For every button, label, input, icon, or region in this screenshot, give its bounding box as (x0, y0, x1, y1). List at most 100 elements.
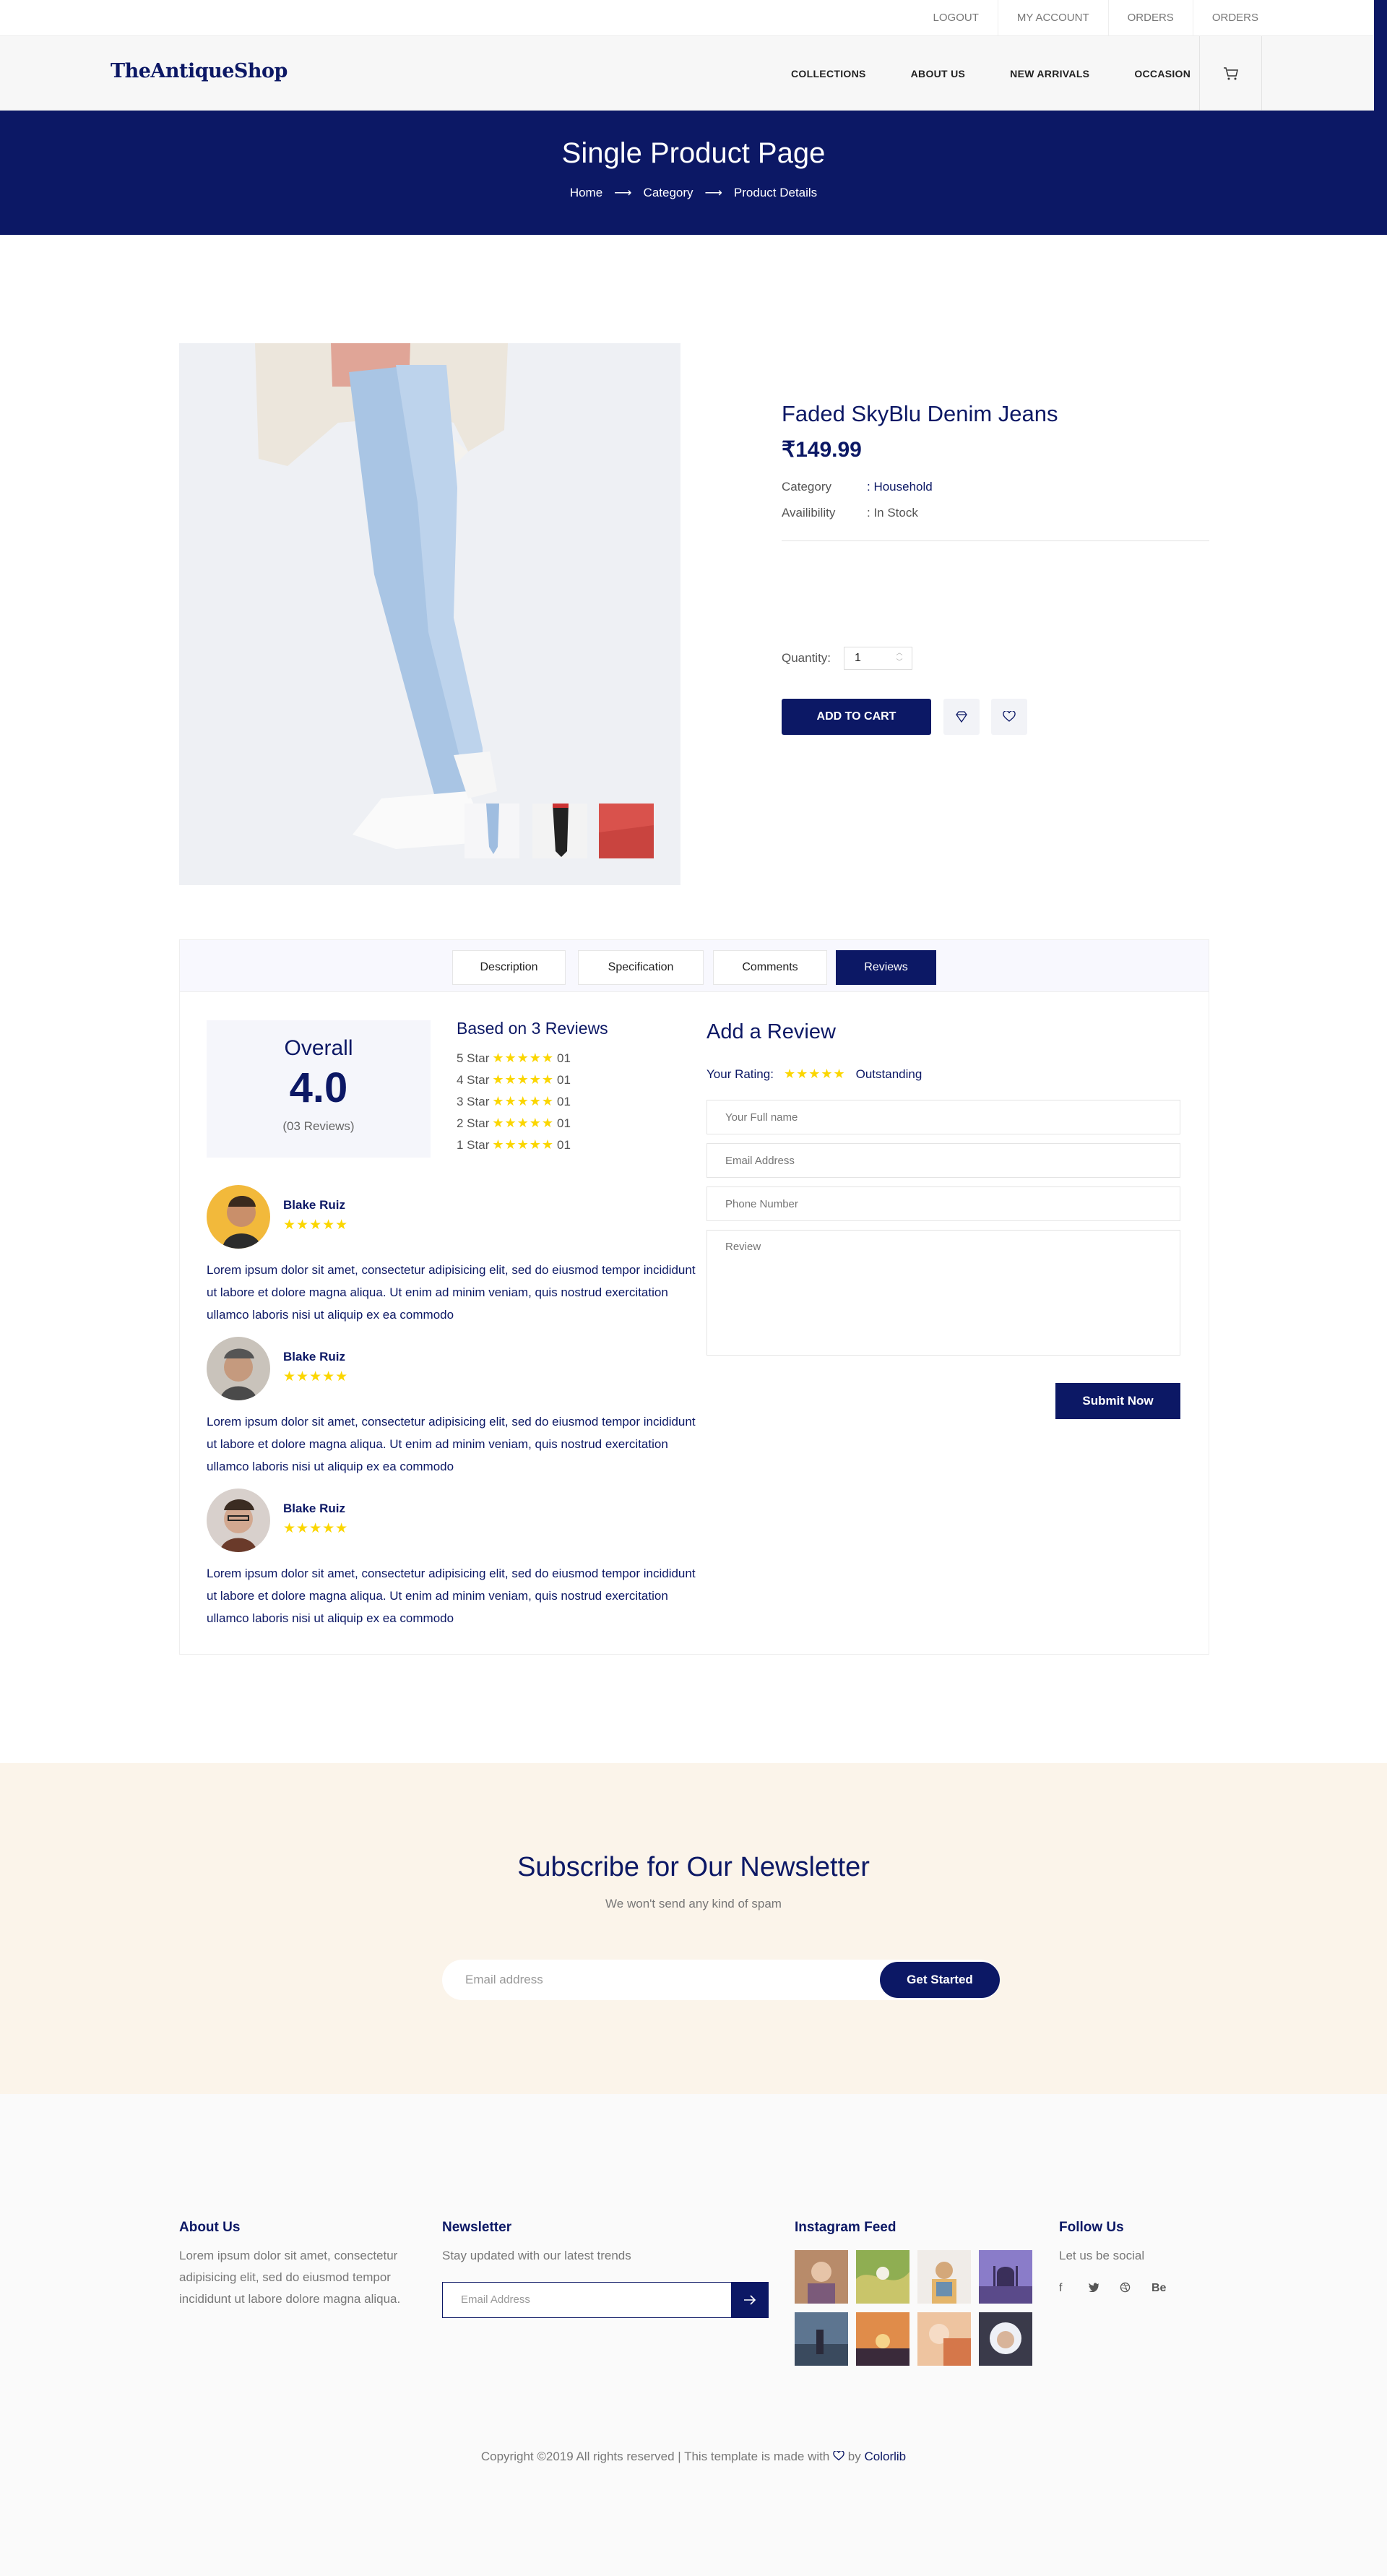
arrow-right-icon (744, 2295, 756, 2305)
get-started-button[interactable]: Get Started (880, 1962, 1000, 1998)
chevron-up-icon[interactable]: ︿ (892, 648, 907, 658)
orders-link-2[interactable]: ORDERS (1192, 0, 1277, 36)
newsletter-subtitle: We won't send any kind of spam (605, 1897, 782, 1911)
instagram-photo[interactable] (856, 2250, 909, 2304)
footer-email-input[interactable]: Email Address (442, 2282, 733, 2318)
heart-icon (833, 2450, 844, 2461)
breadcrumb-category[interactable]: Category (644, 186, 694, 200)
reviewer-name: Blake Ruiz (283, 1198, 345, 1212)
instagram-photo[interactable] (979, 2250, 1032, 2304)
star-icons: ★★★★★ (283, 1521, 349, 1536)
copyright: Copyright ©2019 All rights reserved | Th… (0, 2450, 1387, 2464)
orders-link[interactable]: ORDERS (1107, 0, 1193, 36)
star-icons: ★★★★★ (492, 1137, 555, 1152)
copyright-text: Copyright ©2019 All rights reserved | Th… (480, 2450, 830, 2463)
your-rating-label: Your Rating: (707, 1067, 774, 1081)
star-icons: ★★★★★ (492, 1094, 555, 1108)
rating-row-3: 3 Star ★★★★★ 01 (457, 1094, 571, 1109)
instagram-photo[interactable] (856, 2312, 909, 2366)
rating-row-4: 4 Star ★★★★★ 01 (457, 1072, 571, 1087)
twitter-icon[interactable] (1088, 2282, 1099, 2296)
rating-row-label: 3 Star (457, 1094, 490, 1108)
quantity-stepper[interactable]: ︿ ﹀ (892, 648, 907, 668)
logout-link[interactable]: LOGOUT (915, 0, 998, 36)
overall-score: 4.0 (289, 1064, 348, 1111)
nav-about-us[interactable]: ABOUT US (911, 68, 966, 79)
product-price: ₹149.99 (782, 438, 862, 462)
divider (782, 540, 1209, 541)
main-nav: COLLECTIONS ABOUT US NEW ARRIVALS OCCASI… (791, 36, 1191, 111)
footer-about-text: Lorem ipsum dolor sit amet, consectetur … (179, 2249, 401, 2306)
product-availability: Availibility: In Stock (782, 506, 918, 520)
breadcrumb-home[interactable]: Home (570, 186, 602, 200)
cart-icon (1223, 66, 1238, 79)
product-category: Category: Household (782, 480, 933, 494)
rating-row-count: 01 (557, 1137, 571, 1152)
phone-input[interactable] (707, 1186, 1180, 1221)
star-icons: ★★★★★ (492, 1051, 555, 1065)
review-textarea[interactable] (707, 1230, 1180, 1356)
behance-icon[interactable]: Be (1151, 2282, 1166, 2295)
facebook-icon[interactable]: f (1059, 2282, 1062, 2295)
rating-row-count: 01 (557, 1072, 571, 1087)
nav-collections[interactable]: COLLECTIONS (791, 68, 866, 79)
footer-newsletter-title: Newsletter (442, 2220, 512, 2235)
arrow-right-icon: ⟶ (614, 186, 632, 199)
thumbnail-3[interactable] (599, 804, 654, 858)
nav-new-arrivals[interactable]: NEW ARRIVALS (1010, 68, 1089, 79)
copyright-by: by (847, 2450, 861, 2463)
rating-row-label: 1 Star (457, 1137, 490, 1152)
quantity-label: Quantity: (782, 651, 831, 665)
submit-review-button[interactable]: Submit Now (1055, 1383, 1180, 1419)
my-account-link[interactable]: MY ACCOUNT (997, 0, 1108, 36)
tab-specification[interactable]: Specification (578, 950, 704, 985)
instagram-photo[interactable] (795, 2312, 848, 2366)
newsletter-section: Subscribe for Our Newsletter We won't se… (0, 1763, 1387, 2094)
footer-subscribe-button[interactable] (731, 2282, 769, 2318)
chevron-down-icon[interactable]: ﹀ (892, 658, 907, 667)
tab-bar: Description Specification Comments Revie… (180, 940, 1209, 992)
nav-occasion[interactable]: OCCASION (1134, 68, 1191, 79)
footer-about-title: About Us (179, 2220, 241, 2235)
compare-button[interactable] (943, 699, 980, 735)
thumbnail-1[interactable] (465, 804, 519, 858)
rating-row-count: 01 (557, 1051, 571, 1065)
tab-comments[interactable]: Comments (713, 950, 827, 985)
full-name-input[interactable] (707, 1100, 1180, 1134)
rating-stars-input[interactable]: ★★★★★ (784, 1067, 846, 1082)
tab-reviews[interactable]: Reviews (836, 950, 936, 985)
rating-row-label: 5 Star (457, 1051, 490, 1065)
avatar (207, 1489, 270, 1552)
overall-label: Overall (284, 1036, 353, 1060)
thumbnail-2[interactable] (532, 804, 587, 858)
avatar (207, 1185, 270, 1249)
footer-newsletter-text: Stay updated with our latest trends (442, 2249, 631, 2262)
colorlib-link[interactable]: Colorlib (865, 2450, 907, 2463)
newsletter-form: Email address Get Started (442, 1960, 1000, 2000)
logo[interactable]: TheAntiqueShop (111, 60, 288, 82)
rating-row-count: 01 (557, 1116, 571, 1130)
category-value[interactable]: : Household (867, 480, 933, 494)
based-on-reviews: Based on 3 Reviews (457, 1019, 608, 1038)
diamond-icon (956, 711, 967, 723)
tab-description[interactable]: Description (452, 950, 566, 985)
add-to-cart-button[interactable]: ADD TO CART (782, 699, 931, 735)
page-title: Single Product Page (561, 137, 826, 169)
instagram-photo[interactable] (917, 2312, 971, 2366)
arrow-right-icon: ⟶ (704, 186, 722, 199)
dribbble-icon[interactable] (1120, 2282, 1131, 2296)
email-input[interactable] (707, 1143, 1180, 1178)
top-bar: LOGOUT MY ACCOUNT ORDERS ORDERS (0, 0, 1374, 36)
reviewer-name: Blake Ruiz (283, 1350, 345, 1364)
instagram-photo[interactable] (917, 2250, 971, 2304)
add-review-title: Add a Review (707, 1020, 836, 1043)
footer (0, 2094, 1387, 2576)
newsletter-email-input[interactable]: Email address (465, 1960, 543, 2000)
wishlist-button[interactable] (991, 699, 1027, 735)
footer-follow-title: Follow Us (1059, 2220, 1124, 2235)
instagram-photo[interactable] (795, 2250, 848, 2304)
cart-button[interactable] (1199, 36, 1262, 111)
instagram-photo[interactable] (979, 2312, 1032, 2366)
avatar (207, 1337, 270, 1400)
review-text: Lorem ipsum dolor sit amet, consectetur … (207, 1567, 696, 1625)
